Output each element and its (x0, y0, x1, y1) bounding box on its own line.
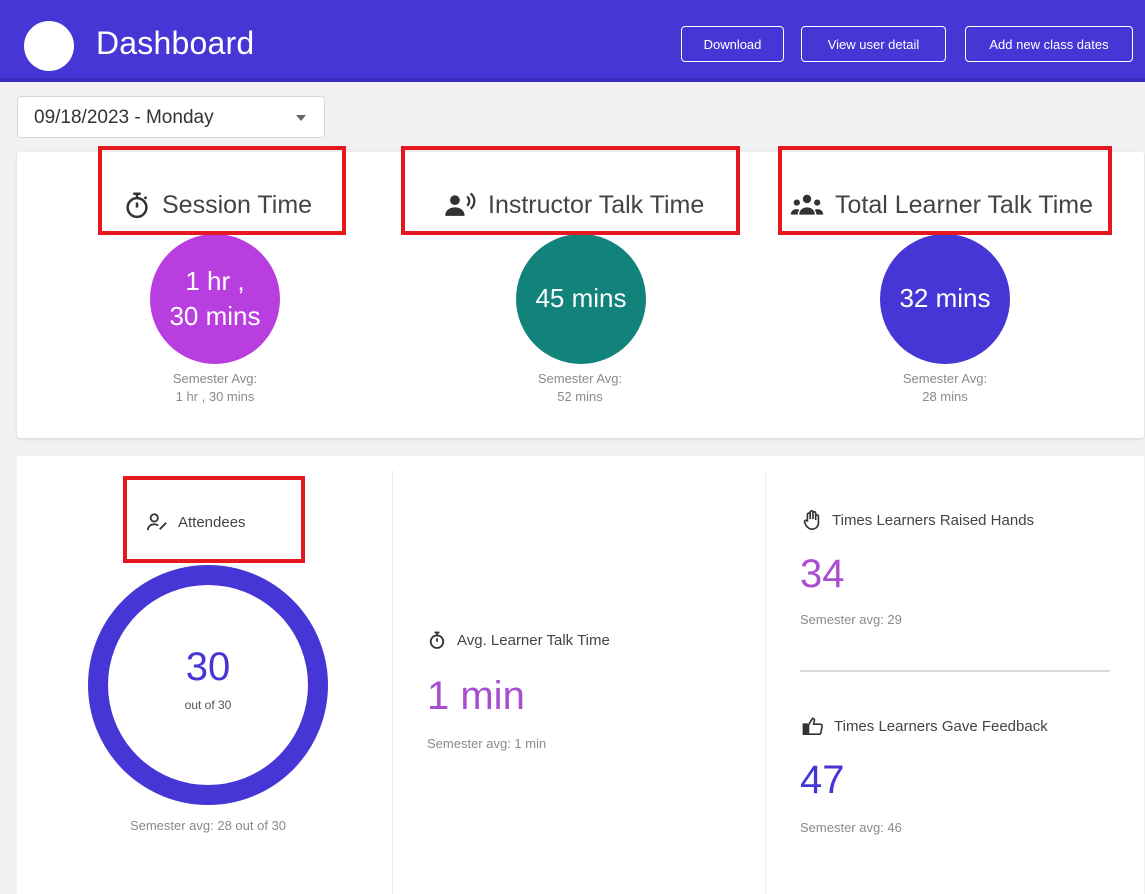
avg-learner-talk-time-title: Avg. Learner Talk Time (427, 630, 610, 650)
learner-talk-time-circle: 32 mins (880, 234, 1010, 364)
highlight-instructor-talk-time (401, 146, 740, 235)
app-header: Dashboard Download View user detail Add … (0, 0, 1145, 82)
download-button[interactable]: Download (681, 26, 784, 62)
section-divider (800, 670, 1110, 672)
date-select-value: 09/18/2023 - Monday (34, 107, 214, 128)
thumbs-up-icon (802, 717, 823, 735)
attendees-out-of: out of 30 (184, 698, 232, 712)
attendees-semester-avg: Semester avg: 28 out of 30 (129, 818, 287, 833)
learner-talk-time-semester-avg: Semester Avg: 28 mins (902, 371, 988, 404)
feedback-value: 47 (800, 758, 845, 802)
instructor-talk-time-semester-avg: Semester Avg: 52 mins (537, 371, 623, 404)
session-time-circle: 1 hr , 30 mins (150, 234, 280, 364)
date-select[interactable]: 09/18/2023 - Monday (17, 96, 325, 138)
session-time-semester-avg: Semester Avg: 1 hr , 30 mins (172, 371, 258, 404)
highlight-learner-talk-time (778, 146, 1112, 235)
raised-hand-icon (803, 510, 820, 530)
column-divider (392, 470, 393, 894)
avg-learner-talk-time-semester-avg: Semester avg: 1 min (427, 736, 547, 751)
highlight-session-time (98, 146, 346, 235)
instructor-talk-time-value: 45 mins (535, 283, 627, 314)
session-time-value-line1: 1 hr , (185, 265, 245, 296)
feedback-semester-avg: Semester avg: 46 (800, 820, 902, 835)
avg-learner-talk-time-value: 1 min (427, 674, 525, 718)
raised-hands-value: 34 (800, 552, 845, 596)
highlight-attendees (123, 476, 305, 563)
page-title: Dashboard (96, 25, 255, 61)
stopwatch-icon (429, 631, 445, 649)
session-time-value-line2: 30 mins (169, 301, 261, 331)
chevron-down-icon (296, 115, 306, 121)
avatar[interactable] (24, 21, 74, 71)
view-user-detail-button[interactable]: View user detail (801, 26, 946, 62)
add-class-dates-button[interactable]: Add new class dates (965, 26, 1133, 62)
raised-hands-title: Times Learners Raised Hands (802, 509, 1034, 531)
raised-hands-semester-avg: Semester avg: 29 (800, 612, 902, 627)
column-divider (765, 470, 766, 894)
learner-talk-time-value: 32 mins (899, 283, 991, 314)
instructor-talk-time-circle: 45 mins (516, 234, 646, 364)
attendees-count: 30 (185, 645, 231, 689)
feedback-title: Times Learners Gave Feedback (802, 716, 1048, 736)
